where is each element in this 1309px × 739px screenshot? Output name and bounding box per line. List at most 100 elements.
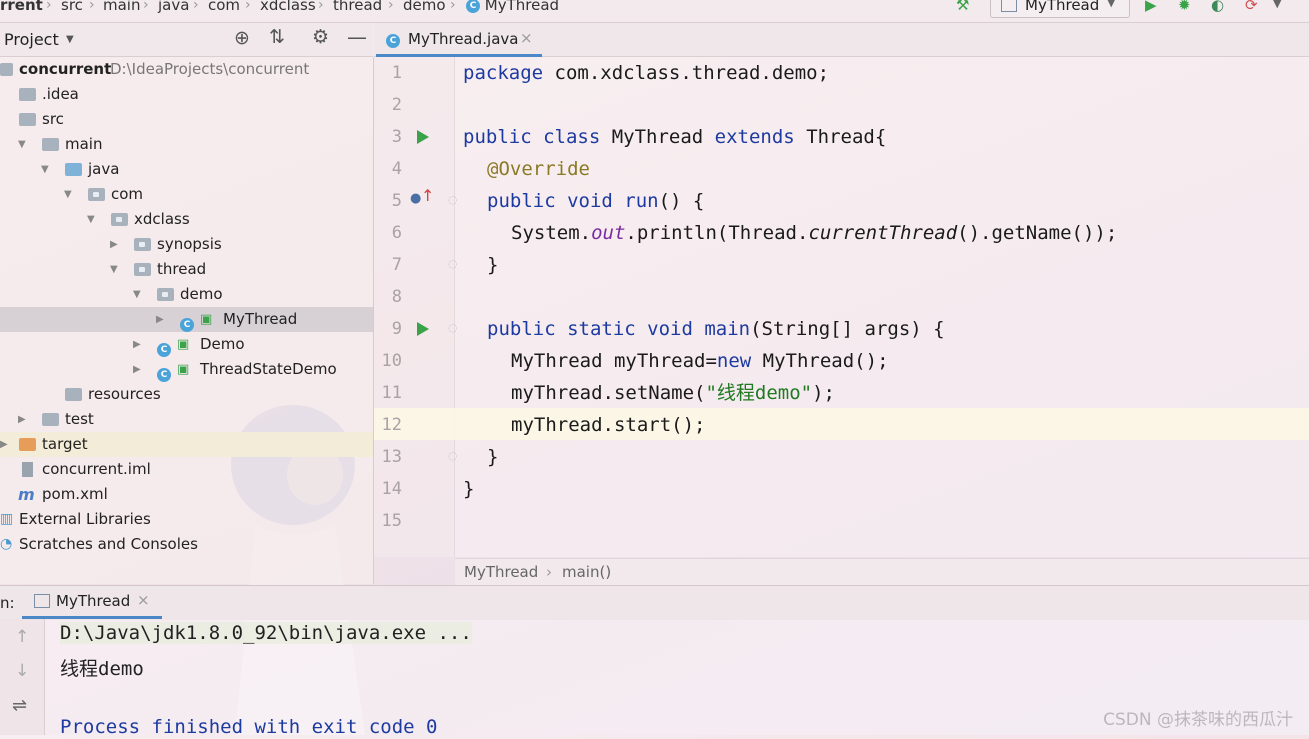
iml-file-icon	[22, 462, 33, 477]
close-icon[interactable]: ×	[137, 591, 150, 609]
tree-item-label: ThreadStateDemo	[200, 360, 337, 378]
tree-item-label: pom.xml	[42, 485, 108, 503]
tree-item-resources[interactable]: resources	[0, 382, 373, 407]
code-token: MyThread myThread=	[511, 350, 717, 372]
soft-wrap-icon[interactable]: ⇌	[12, 695, 27, 716]
scroll-up-icon[interactable]: ↑	[15, 627, 29, 647]
tree-item-thread[interactable]: ▼ thread	[0, 257, 373, 282]
collapse-arrow-icon[interactable]: ▶	[110, 232, 118, 257]
code-token: (String[] args) {	[750, 318, 945, 340]
chevron-down-icon[interactable]: ▼	[66, 34, 74, 45]
fold-icon[interactable]: ◌	[448, 321, 458, 334]
run-panel-label: n:	[0, 594, 15, 612]
line-number: 9	[391, 319, 402, 339]
expand-arrow-icon[interactable]: ▼	[64, 182, 72, 207]
code-line-9: public static void main(String[] args) {	[487, 313, 945, 345]
code-token: run	[612, 190, 659, 212]
profile-icon[interactable]: ⟳	[1245, 0, 1258, 14]
scratches-icon: ◔	[0, 536, 13, 552]
collapse-arrow-icon[interactable]: ▶	[133, 357, 141, 382]
code-token: .println(Thread.	[625, 222, 809, 244]
collapse-arrow-icon[interactable]: ▶	[156, 307, 164, 332]
code-token: System.	[511, 222, 592, 244]
collapse-all-icon[interactable]: ⇅	[269, 26, 285, 48]
collapse-arrow-icon[interactable]: ▶	[133, 332, 141, 357]
tree-item-mythread[interactable]: ▶ C ▣ MyThread	[0, 307, 373, 332]
breadcrumb-item-demo[interactable]: demo	[403, 0, 446, 14]
breadcrumb-separator: ›	[89, 0, 95, 13]
run-main-icon[interactable]	[417, 322, 429, 336]
tree-item-concurrent[interactable]: concurrent D:\IdeaProjects\concurrent	[0, 57, 373, 82]
chevron-down-icon[interactable]: ▼	[1273, 0, 1281, 10]
build-hammer-icon[interactable]: ⚒	[956, 0, 969, 14]
tree-item-xdclass[interactable]: ▼ xdclass	[0, 207, 373, 232]
breadcrumb-item-xdclass[interactable]: xdclass	[260, 0, 316, 14]
close-icon[interactable]: ×	[520, 29, 533, 47]
project-panel-header: Project ▼ ⊕ ⇅ ⚙ —	[0, 23, 373, 57]
code-token: main	[692, 318, 751, 340]
run-class-icon[interactable]	[417, 130, 429, 144]
breadcrumb-item-com[interactable]: com	[208, 0, 240, 14]
breadcrumb-item-label: MyThread	[484, 0, 560, 14]
tree-item-scratches[interactable]: ◔ Scratches and Consoles	[0, 532, 373, 557]
tree-item-threadstatedemo[interactable]: ▶ C ▣ ThreadStateDemo	[0, 357, 373, 382]
run-icon[interactable]: ▶	[1145, 0, 1157, 14]
folder-icon	[19, 113, 36, 126]
expand-arrow-icon[interactable]: ▼	[41, 157, 49, 182]
editor-breadcrumb: MyThread › main()	[455, 558, 1309, 585]
tree-item-pom[interactable]: m pom.xml	[0, 482, 373, 507]
breadcrumb-item-src[interactable]: src	[61, 0, 83, 14]
tree-item-java[interactable]: ▼ java	[0, 157, 373, 182]
tree-item-synopsis[interactable]: ▶ synopsis	[0, 232, 373, 257]
tree-item-idea[interactable]: .idea	[0, 82, 373, 107]
breadcrumb-item-java[interactable]: java	[158, 0, 189, 14]
breadcrumb-separator: ›	[450, 0, 456, 13]
run-with-coverage-icon[interactable]: ◐	[1211, 0, 1224, 14]
override-marker-icon[interactable]: ●	[410, 191, 421, 206]
fold-icon[interactable]: ◌	[448, 193, 458, 206]
debug-icon[interactable]: ✹	[1178, 0, 1191, 14]
expand-arrow-icon[interactable]: ▼	[110, 257, 118, 282]
run-configuration-select[interactable]: MyThread ▼	[990, 0, 1130, 18]
tree-item-label: test	[65, 410, 94, 428]
expand-arrow-icon[interactable]: ▼	[87, 207, 95, 232]
fold-icon[interactable]: ◌	[448, 449, 458, 462]
tree-item-external-libraries[interactable]: ▥ External Libraries	[0, 507, 373, 532]
tree-item-concurrent-iml[interactable]: concurrent.iml	[0, 457, 373, 482]
breadcrumb-item-thread[interactable]: thread	[333, 0, 382, 14]
minimize-icon[interactable]: —	[347, 25, 367, 49]
code-token: out	[591, 222, 626, 244]
fold-icon[interactable]: ◌	[448, 257, 458, 270]
project-view-selector[interactable]: Project	[4, 30, 59, 49]
tree-item-target[interactable]: ▶ target	[0, 432, 373, 457]
expand-arrow-icon[interactable]: ▼	[18, 132, 26, 157]
code-token: Thread{	[794, 126, 887, 148]
collapse-arrow-icon[interactable]: ▶	[18, 407, 26, 432]
tree-item-main[interactable]: ▼ main	[0, 132, 373, 157]
gear-icon[interactable]: ⚙	[312, 26, 329, 48]
package-icon	[157, 288, 174, 301]
override-arrow-icon[interactable]: ↑	[421, 186, 434, 205]
breadcrumb-method[interactable]: main()	[562, 563, 611, 581]
tab-mythread-java[interactable]: C MyThread.java ×	[376, 24, 542, 57]
code-token: public static void	[487, 318, 693, 340]
breadcrumb-class[interactable]: MyThread	[464, 563, 538, 581]
line-number: 11	[381, 383, 402, 403]
expand-arrow-icon[interactable]: ▼	[133, 282, 141, 307]
breadcrumb-item-mythread[interactable]: C MyThread	[466, 0, 559, 14]
breadcrumb-item-main[interactable]: main	[103, 0, 140, 14]
scroll-down-icon[interactable]: ↓	[15, 661, 29, 681]
tree-item-com[interactable]: ▼ com	[0, 182, 373, 207]
collapse-arrow-icon[interactable]: ▶	[0, 432, 8, 457]
breadcrumb-item-project[interactable]: rrent	[0, 0, 43, 14]
code-token: public void	[487, 190, 613, 212]
tree-item-demo-class[interactable]: ▶ C ▣ Demo	[0, 332, 373, 357]
tree-item-demo[interactable]: ▼ demo	[0, 282, 373, 307]
run-tab-mythread[interactable]: MyThread ×	[22, 586, 162, 619]
tree-item-src[interactable]: src	[0, 107, 373, 132]
console-command-line: D:\Java\jdk1.8.0_92\bin\java.exe ...	[60, 622, 472, 644]
source-folder-icon	[65, 163, 82, 176]
tree-item-test[interactable]: ▶ test	[0, 407, 373, 432]
tree-item-label: xdclass	[134, 210, 190, 228]
locate-file-icon[interactable]: ⊕	[234, 27, 250, 49]
